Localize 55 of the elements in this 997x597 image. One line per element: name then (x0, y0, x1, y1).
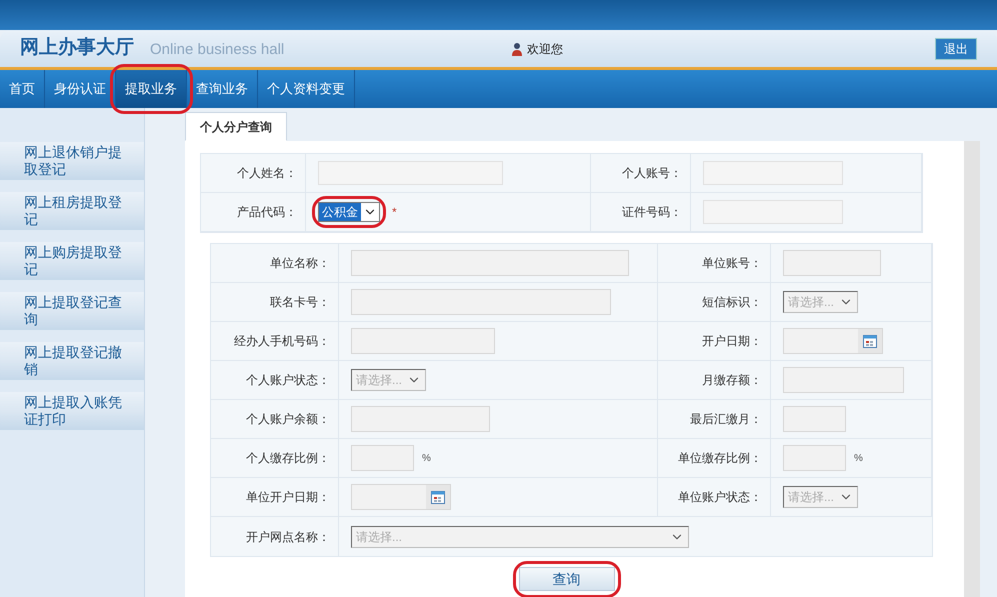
sidebar-item[interactable]: 网上购房提取登记 (0, 242, 144, 280)
input-field[interactable] (351, 250, 629, 276)
calendar-icon[interactable] (862, 333, 878, 349)
field-label: 单位开户日期： (246, 489, 330, 506)
input-field[interactable] (783, 367, 904, 393)
percent-unit: % (422, 452, 431, 466)
user-icon (511, 42, 523, 56)
input-field[interactable] (318, 161, 503, 185)
input-field[interactable] (703, 161, 843, 185)
input-field[interactable] (783, 250, 881, 276)
input-field[interactable] (783, 406, 846, 432)
field-label: 产品代码： (237, 204, 297, 221)
tab[interactable]: 个人分户查询 (185, 112, 287, 141)
field-label: 开户日期： (702, 333, 762, 350)
nav-tab[interactable]: 查询业务 (187, 70, 258, 108)
field-label: 最后汇缴月： (690, 411, 762, 428)
field-label: 联名卡号： (270, 294, 330, 311)
field-label: 单位账号： (702, 255, 762, 272)
field-label: 个人缴存比例： (246, 450, 330, 467)
field-label: 短信标识： (702, 294, 762, 311)
field-label: 月缴存额： (702, 372, 762, 389)
product-select[interactable]: 公积金 (318, 202, 380, 222)
logout-button[interactable]: 退出 (935, 38, 977, 60)
calendar-icon[interactable] (430, 489, 446, 505)
field-label: 单位缴存比例： (678, 450, 762, 467)
site-title: 网上办事大厅 (20, 36, 134, 60)
input-field[interactable] (351, 328, 495, 354)
sidebar-item[interactable]: 网上提取登记撤销 (0, 342, 144, 380)
field-label: 开户网点名称： (246, 528, 330, 546)
date-field[interactable] (351, 484, 451, 510)
field-label: 经办人手机号码： (234, 333, 330, 350)
sidebar-item[interactable]: 网上退休销户提取登记 (0, 142, 144, 180)
input-field[interactable] (351, 406, 490, 432)
site-subtitle: Online business hall (150, 40, 284, 60)
required-mark: * (392, 204, 397, 221)
welcome-text: 欢迎您 (527, 40, 563, 58)
sidebar-item[interactable]: 网上提取入账凭证打印 (0, 392, 144, 430)
input-field[interactable] (351, 289, 611, 315)
nav-tab[interactable]: 个人资料变更 (258, 70, 355, 108)
field-label: 个人账户状态： (246, 372, 330, 389)
field-label: 单位名称： (270, 255, 330, 272)
query-button[interactable]: 查询 (518, 567, 614, 591)
sidebar-item[interactable]: 网上提取登记查询 (0, 292, 144, 330)
nav-tab[interactable]: 提取业务 (116, 70, 187, 108)
field-label: 个人姓名： (237, 165, 297, 182)
field-label: 单位账户状态： (678, 489, 762, 506)
input-field[interactable] (351, 445, 414, 471)
field-label: 个人账户余额： (246, 411, 330, 428)
input-field[interactable] (783, 445, 846, 471)
sidebar-item[interactable]: 网上租房提取登记 (0, 192, 144, 230)
field-label: 个人账号： (622, 165, 682, 182)
date-field[interactable] (783, 328, 883, 354)
percent-unit: % (854, 452, 863, 466)
field-label: 证件号码： (622, 204, 682, 221)
input-field[interactable] (703, 200, 843, 224)
